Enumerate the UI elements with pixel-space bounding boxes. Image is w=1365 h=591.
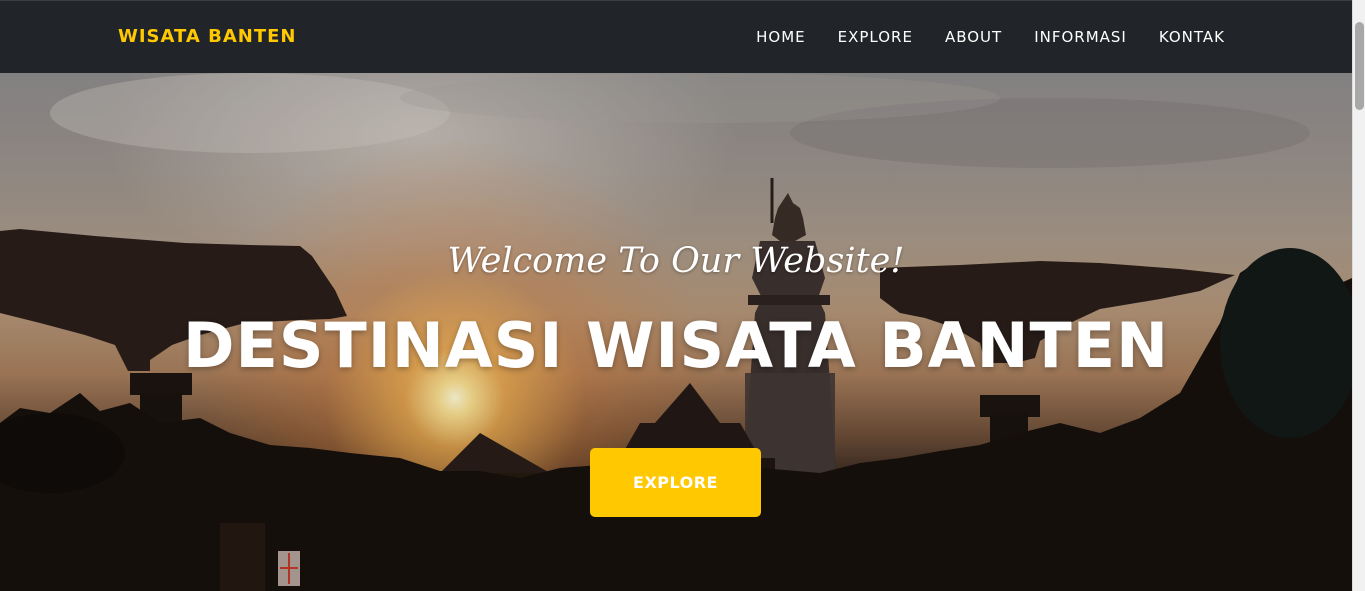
hero-section: Welcome To Our Website! DESTINASI WISATA… xyxy=(0,73,1352,591)
page: WISATA BANTEN HOME EXPLORE ABOUT INFORMA… xyxy=(0,0,1365,591)
navbar: WISATA BANTEN HOME EXPLORE ABOUT INFORMA… xyxy=(0,0,1352,73)
nav-link-about[interactable]: ABOUT xyxy=(945,28,1002,46)
nav-links: HOME EXPLORE ABOUT INFORMASI KONTAK xyxy=(756,28,1225,46)
page-scrollbar[interactable] xyxy=(1352,0,1365,591)
explore-button[interactable]: EXPLORE xyxy=(590,448,761,517)
nav-link-explore[interactable]: EXPLORE xyxy=(838,28,913,46)
brand-logo[interactable]: WISATA BANTEN xyxy=(118,26,296,47)
hero-subheading: Welcome To Our Website! xyxy=(447,241,905,281)
nav-link-home[interactable]: HOME xyxy=(756,28,806,46)
nav-link-informasi[interactable]: INFORMASI xyxy=(1034,28,1127,46)
hero-heading: DESTINASI WISATA BANTEN xyxy=(183,309,1169,382)
scrollbar-thumb[interactable] xyxy=(1355,22,1364,110)
nav-link-kontak[interactable]: KONTAK xyxy=(1159,28,1225,46)
